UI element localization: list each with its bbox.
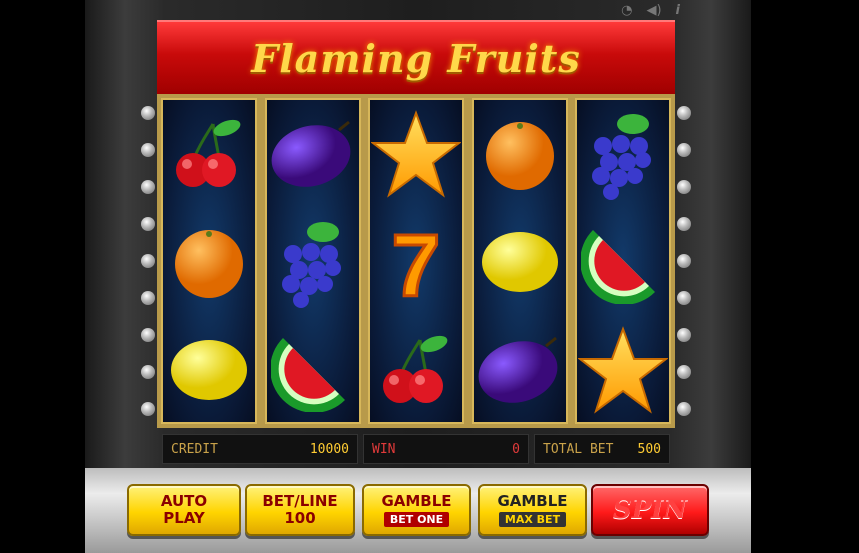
right-bolt bbox=[677, 254, 691, 268]
total-bet-panel: TOTAL BET 500 bbox=[534, 434, 670, 464]
right-bolt bbox=[677, 328, 691, 342]
cherries-symbol bbox=[370, 316, 462, 424]
reel-3: 7 bbox=[368, 98, 464, 424]
orange-symbol bbox=[474, 100, 566, 208]
game-title: Flaming Fruits bbox=[251, 35, 581, 81]
credit-label: CREDIT bbox=[171, 441, 218, 457]
plum-symbol bbox=[267, 100, 359, 208]
gamble-max-bet-sub: MAX BET bbox=[498, 512, 567, 527]
left-bolt bbox=[141, 143, 155, 157]
reel-1 bbox=[161, 98, 257, 424]
left-bolt bbox=[141, 106, 155, 120]
lemon-symbol bbox=[474, 208, 566, 316]
right-bolt bbox=[677, 180, 691, 194]
spin-button[interactable]: SPIN bbox=[591, 484, 709, 536]
right-bolt bbox=[677, 217, 691, 231]
plum-symbol bbox=[474, 316, 566, 424]
gamble-bet-one-sub: BET ONE bbox=[383, 512, 450, 527]
orange-symbol bbox=[163, 208, 255, 316]
right-bolt bbox=[677, 106, 691, 120]
lemon-symbol bbox=[163, 316, 255, 424]
total-bet-label: TOTAL BET bbox=[543, 441, 614, 457]
spin-label: SPIN bbox=[612, 495, 688, 525]
right-bolt bbox=[677, 291, 691, 305]
left-bolt bbox=[141, 291, 155, 305]
game-marquee: Flaming Fruits bbox=[157, 20, 675, 96]
speed-icon[interactable]: ◔ bbox=[621, 3, 632, 18]
gamble-bet-one-line1: GAMBLE bbox=[381, 492, 452, 510]
bet-line-value: 100 bbox=[284, 509, 316, 527]
credit-panel: CREDIT 10000 bbox=[162, 434, 358, 464]
cherries-symbol bbox=[163, 100, 255, 208]
win-panel: WIN 0 bbox=[363, 434, 529, 464]
credit-value: 10000 bbox=[309, 441, 349, 457]
reel-4 bbox=[472, 98, 568, 424]
watermelon-symbol bbox=[577, 208, 669, 316]
total-bet-value: 500 bbox=[637, 441, 661, 457]
seven-symbol: 7 bbox=[370, 208, 462, 316]
left-bolt bbox=[141, 402, 155, 416]
topbar: ◔ ◀) i bbox=[520, 0, 680, 20]
right-bolt bbox=[677, 143, 691, 157]
bet-line-button[interactable]: BET/LINE 100 bbox=[245, 484, 355, 536]
bet-line-line1: BET/LINE bbox=[262, 492, 338, 510]
reel-5 bbox=[575, 98, 671, 424]
win-value: 0 bbox=[512, 441, 520, 457]
grapes-symbol bbox=[577, 100, 669, 208]
grapes-symbol bbox=[267, 208, 359, 316]
star-symbol bbox=[577, 316, 669, 424]
gamble-max-bet-button[interactable]: GAMBLE MAX BET bbox=[478, 484, 587, 536]
auto-play-line1: AUTO bbox=[160, 492, 208, 510]
win-label: WIN bbox=[372, 441, 396, 457]
auto-play-line2: PLAY bbox=[163, 509, 205, 527]
left-bolt bbox=[141, 180, 155, 194]
star-symbol bbox=[370, 100, 462, 208]
info-icon[interactable]: i bbox=[676, 3, 680, 18]
gamble-max-bet-line1: GAMBLE bbox=[497, 492, 568, 510]
left-bolt bbox=[141, 328, 155, 342]
sound-icon[interactable]: ◀) bbox=[646, 3, 661, 18]
auto-play-button[interactable]: AUTO PLAY bbox=[127, 484, 241, 536]
reel-2 bbox=[265, 98, 361, 424]
left-bolt bbox=[141, 254, 155, 268]
left-bolt bbox=[141, 217, 155, 231]
gamble-bet-one-button[interactable]: GAMBLE BET ONE bbox=[362, 484, 471, 536]
left-bolt bbox=[141, 365, 155, 379]
right-bolt bbox=[677, 365, 691, 379]
watermelon-symbol bbox=[267, 316, 359, 424]
seven-symbol-label: 7 bbox=[392, 220, 441, 304]
right-bolt bbox=[677, 402, 691, 416]
